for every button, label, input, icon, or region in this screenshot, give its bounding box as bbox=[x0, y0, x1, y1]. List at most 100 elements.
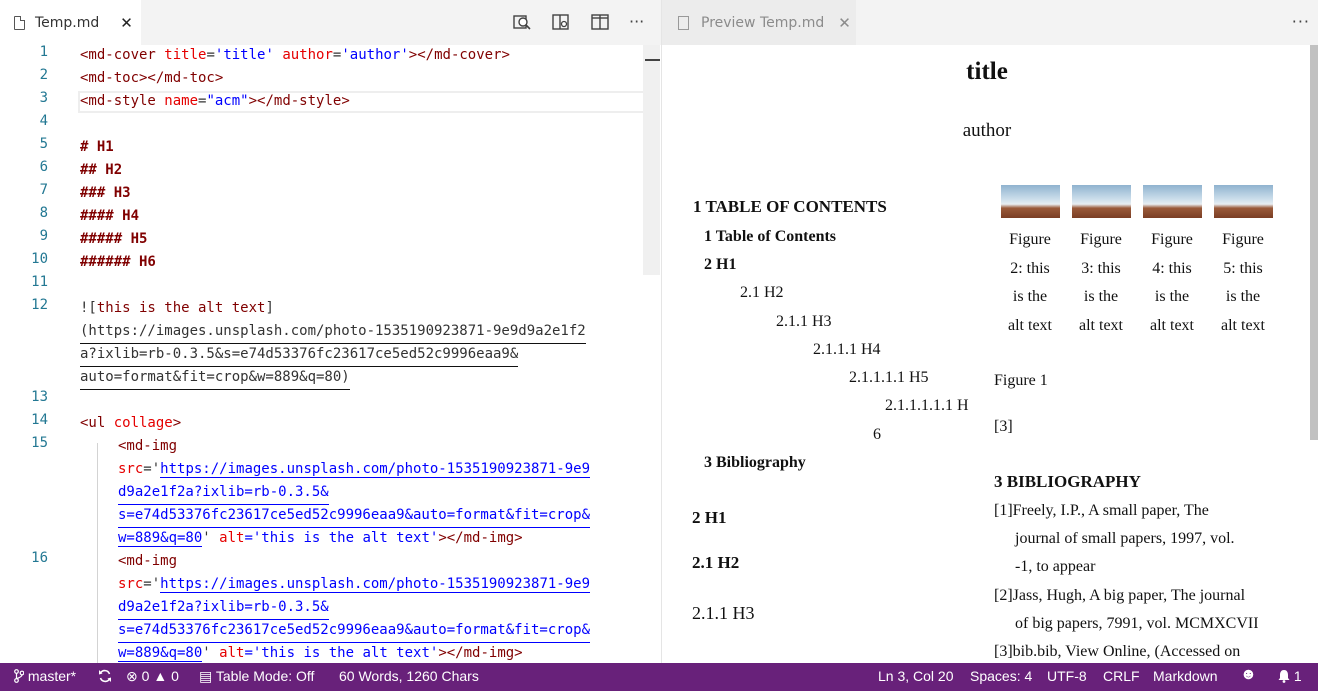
caption-line: Figure bbox=[1222, 231, 1264, 248]
preview-side-icon[interactable] bbox=[551, 12, 571, 32]
code-token: <md-style bbox=[80, 93, 165, 109]
editor-scrollbar[interactable] bbox=[643, 45, 660, 275]
heading-h3: 2.1.1 H3 bbox=[692, 603, 755, 623]
code-line: <md-img bbox=[0, 550, 640, 573]
code-token: ='this is the alt text' bbox=[244, 530, 439, 546]
bib-entry-line: -1, to appear bbox=[1015, 558, 1096, 575]
image-url-link[interactable]: s=e74d53376fc23617ce5ed52c9996eaa9&auto=… bbox=[118, 619, 591, 643]
code-line: <md-style name="acm"></md-style> bbox=[80, 93, 350, 109]
split-editor-icon[interactable] bbox=[590, 12, 610, 32]
editor-tabbar: Temp.md ✕ ··· bbox=[0, 0, 661, 45]
line-number: 11 bbox=[31, 274, 48, 290]
cursor-position[interactable]: Ln 3, Col 20 bbox=[878, 668, 954, 684]
code-line: d9a2e1f2a?ixlib=rb-0.3.5& bbox=[0, 596, 640, 620]
code-token: ![ bbox=[80, 300, 97, 316]
document-title: title bbox=[966, 58, 1008, 85]
close-tab-button[interactable]: ✕ bbox=[120, 14, 133, 32]
more-actions-button[interactable]: ··· bbox=[629, 12, 644, 31]
branch-name: master* bbox=[27, 668, 77, 684]
open-preview-icon[interactable] bbox=[512, 12, 532, 32]
notification-count: 1 bbox=[1293, 668, 1302, 684]
eol-setting[interactable]: CRLF bbox=[1103, 668, 1140, 684]
code-token: ></md-img> bbox=[438, 645, 523, 661]
bib-entry-line: [3]bib.bib, View Online, (Accessed on bbox=[994, 643, 1241, 660]
code-token: <md-img bbox=[118, 438, 178, 454]
code-token: <md-img bbox=[118, 553, 178, 569]
table-mode-toggle[interactable]: ▤ Table Mode: Off bbox=[199, 668, 314, 685]
indentation-setting[interactable]: Spaces: 4 bbox=[970, 668, 1032, 684]
toc-link[interactable]: 6 bbox=[873, 426, 881, 444]
file-icon bbox=[678, 15, 689, 30]
code-line: # H1 bbox=[0, 136, 640, 159]
caption-line: Figure bbox=[1009, 231, 1051, 248]
document-author: author bbox=[962, 120, 1012, 141]
code-line: src='https://images.unsplash.com/photo-1… bbox=[0, 573, 640, 596]
close-tab-button[interactable]: ✕ bbox=[838, 14, 851, 32]
line-number: 13 bbox=[31, 389, 48, 405]
file-icon bbox=[14, 15, 25, 30]
sync-button[interactable] bbox=[98, 668, 112, 684]
toc-link[interactable]: 3 Bibliography bbox=[704, 454, 806, 472]
bib-entry-line: journal of small papers, 1997, vol. bbox=[1015, 530, 1235, 547]
toc-link[interactable]: 2.1.1.1.1 H5 bbox=[849, 369, 929, 387]
image-url-link[interactable]: s=e74d53376fc23617ce5ed52c9996eaa9&auto=… bbox=[118, 504, 591, 528]
preview-tabbar: Preview Temp.md ✕ ··· bbox=[662, 0, 1318, 45]
toc-link[interactable]: 2.1.1.1.1.1 H bbox=[885, 397, 969, 415]
image-url-link[interactable]: auto=format&fit=crop&w=889&q=80) bbox=[80, 366, 350, 390]
git-branch-icon bbox=[14, 669, 25, 683]
image-url-link[interactable]: d9a2e1f2a?ixlib=rb-0.3.5& bbox=[118, 481, 329, 505]
caption-line: is the bbox=[1154, 288, 1190, 305]
code-token: author bbox=[282, 47, 333, 63]
figure-caption: Figure 4: this is the alt text bbox=[1139, 226, 1205, 340]
toc-link[interactable]: 2.1.1.1 H4 bbox=[813, 341, 881, 359]
tab-temp-md[interactable]: Temp.md ✕ bbox=[0, 0, 141, 45]
code-token: <md-cover bbox=[80, 47, 165, 63]
toc-link[interactable]: 2.1 H2 bbox=[740, 284, 784, 302]
caption-line: Figure bbox=[1080, 231, 1122, 248]
image-url-link[interactable]: (https://images.unsplash.com/photo-15351… bbox=[80, 320, 586, 344]
code-line: (https://images.unsplash.com/photo-15351… bbox=[0, 320, 640, 344]
tab-label: Temp.md bbox=[35, 14, 100, 31]
code-line: ![this is the alt text] bbox=[0, 297, 640, 320]
problems-indicator[interactable]: ⊗ 0 ▲ 0 bbox=[126, 668, 179, 685]
caption-line: 3: this bbox=[1081, 259, 1121, 277]
image-url-link[interactable]: w=889&q=80 bbox=[118, 645, 203, 662]
figure-caption: Figure 3: this is the alt text bbox=[1068, 226, 1134, 340]
tab-preview-temp-md[interactable]: Preview Temp.md ✕ bbox=[662, 0, 856, 45]
image-url-link[interactable]: d9a2e1f2a?ixlib=rb-0.3.5& bbox=[118, 596, 329, 620]
code-line: #### H4 bbox=[0, 205, 640, 228]
feedback-smiley-icon[interactable]: ☻ bbox=[1240, 666, 1257, 684]
code-token: alt bbox=[219, 645, 245, 661]
language-mode[interactable]: Markdown bbox=[1153, 668, 1218, 684]
citation-ref[interactable]: [3] bbox=[994, 418, 1013, 436]
code-token: ='this is the alt text' bbox=[244, 645, 439, 661]
toc-link[interactable]: 1 Table of Contents bbox=[704, 228, 836, 246]
preview-scrollbar[interactable] bbox=[1310, 45, 1318, 440]
notifications-button[interactable]: 1 bbox=[1278, 668, 1302, 684]
more-actions-button[interactable]: ··· bbox=[1292, 12, 1310, 31]
error-count: 0 bbox=[141, 668, 150, 684]
encoding-setting[interactable]: UTF-8 bbox=[1047, 668, 1087, 684]
figure-caption: Figure 5: this is the alt text bbox=[1210, 226, 1276, 340]
image-url-link[interactable]: a?ixlib=rb-0.3.5&s=e74d53376fc23617ce5ed… bbox=[80, 343, 519, 367]
code-token: ] bbox=[265, 300, 274, 316]
code-line: w=889&q=80' alt='this is the alt text'><… bbox=[0, 642, 640, 663]
toc-heading: 1 TABLE OF CONTENTS bbox=[693, 197, 887, 216]
image-url-link[interactable]: https://images.unsplash.com/photo-153519… bbox=[160, 576, 591, 593]
git-branch[interactable]: master* bbox=[14, 668, 76, 684]
code-editor[interactable]: 1 2 3 4 5 6 7 8 9 10 11 12 13 14 15 16 <… bbox=[0, 45, 661, 663]
tab-label: Preview Temp.md bbox=[701, 14, 825, 31]
collage-image bbox=[1143, 185, 1202, 218]
editor-pane: Temp.md ✕ ··· 1 2 3 4 5 6 7 8 9 10 11 12… bbox=[0, 0, 661, 663]
caption-line: alt text bbox=[1221, 316, 1265, 334]
heading-h2: 2.1 H2 bbox=[692, 553, 740, 572]
toc-link[interactable]: 2.1.1 H3 bbox=[776, 313, 832, 331]
toc-link[interactable]: 2 H1 bbox=[704, 256, 736, 274]
caption-line: 5: this bbox=[1223, 259, 1263, 277]
image-url-link[interactable]: w=889&q=80 bbox=[118, 530, 203, 547]
code-token: alt bbox=[219, 530, 245, 546]
code-token: src bbox=[118, 461, 144, 477]
bib-entry-line: [1]Freely, I.P., A small paper, The bbox=[994, 502, 1209, 519]
code-token: 'title' bbox=[214, 47, 274, 63]
image-url-link[interactable]: https://images.unsplash.com/photo-153519… bbox=[160, 461, 591, 478]
